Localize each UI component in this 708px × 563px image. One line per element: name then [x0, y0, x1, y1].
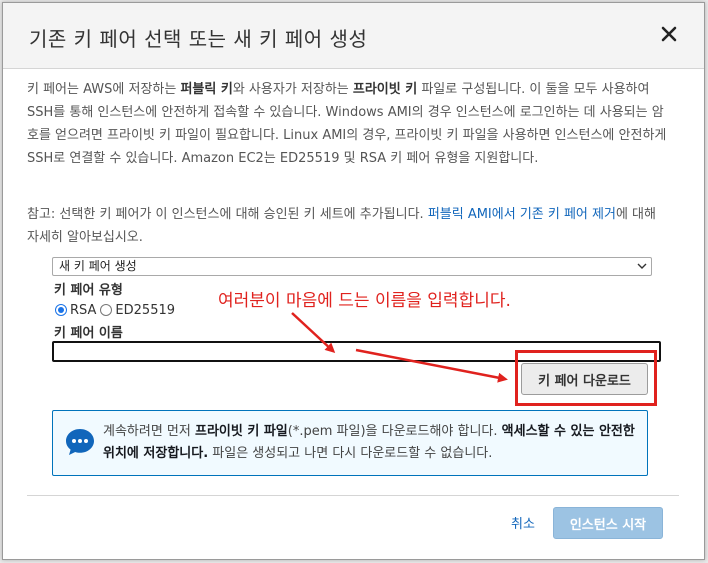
rsa-radio[interactable] [55, 304, 67, 316]
key-type-radio-group: RSA ED25519 [55, 301, 175, 319]
close-icon[interactable] [658, 23, 680, 45]
info-message: 계속하려면 먼저 프라이빗 키 파일(*.pem 파일)을 다운로드해야 합니다… [103, 424, 635, 461]
dialog-description: 키 페어는 AWS에 저장하는 퍼블릭 키와 사용자가 저장하는 프라이빗 키 … [27, 82, 667, 166]
key-type-label: 키 페어 유형 [54, 283, 123, 298]
footer-divider [27, 495, 679, 496]
ed25519-radio-label: ED25519 [115, 302, 176, 318]
select-value: 새 키 페어 생성 [59, 259, 137, 273]
dialog-title: 기존 키 페어 선택 또는 새 키 페어 생성 [29, 27, 368, 51]
download-key-pair-button[interactable]: 키 페어 다운로드 [521, 363, 648, 395]
chat-bubble-icon [66, 429, 94, 455]
chevron-down-icon [637, 263, 647, 269]
ed25519-radio[interactable] [100, 304, 113, 316]
dialog-note: 참고: 선택한 키 페어가 이 인스턴스에 대해 승인된 키 세트에 추가됩니다… [27, 207, 656, 245]
key-name-label: 키 페어 이름 [54, 326, 123, 341]
rsa-radio-label: RSA [70, 302, 97, 318]
remove-key-pair-link[interactable]: 퍼블릭 AMI에서 기존 키 페어 제거 [428, 207, 616, 222]
cancel-link[interactable]: 취소 [511, 513, 535, 532]
annotation-text: 여러분이 마음에 드는 이름을 입력합니다. [218, 291, 511, 311]
dialog-header: 기존 키 페어 선택 또는 새 키 페어 생성 [3, 3, 704, 69]
launch-instance-button[interactable]: 인스턴스 시작 [553, 507, 663, 539]
info-alert: 계속하려면 먼저 프라이빗 키 파일(*.pem 파일)을 다운로드해야 합니다… [52, 410, 648, 476]
key-pair-option-select[interactable]: 새 키 페어 생성 [52, 257, 652, 276]
